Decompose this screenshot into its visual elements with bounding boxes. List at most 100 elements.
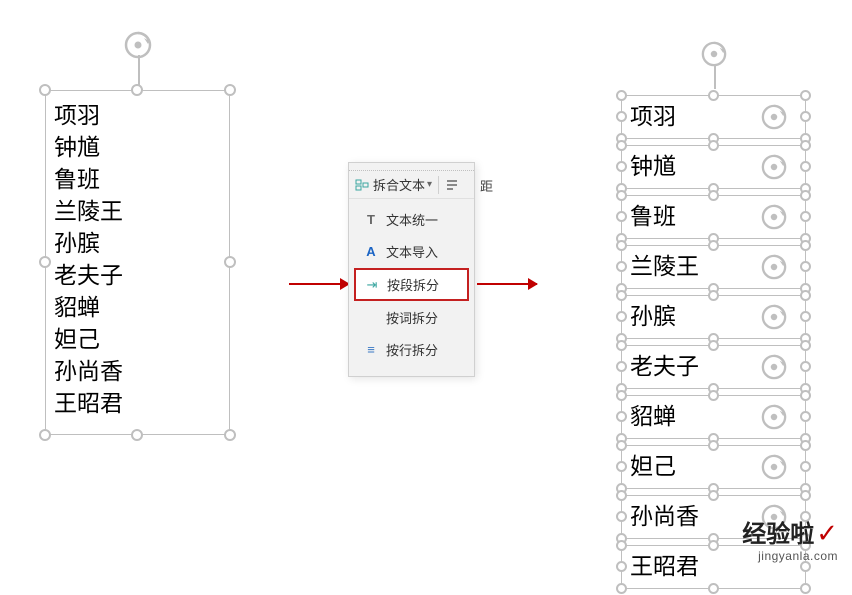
resize-handle[interactable] [800, 111, 811, 122]
menu-item-label: 按词拆分 [386, 308, 438, 327]
result-textbox[interactable]: 兰陵王 [621, 245, 806, 289]
result-textbox[interactable]: 老夫子 [621, 345, 806, 389]
rotate-handle[interactable] [761, 304, 787, 330]
rotate-handle[interactable] [761, 204, 787, 230]
menu-item-label: 文本导入 [386, 242, 438, 261]
resize-handle-tr[interactable] [224, 84, 236, 96]
resize-handle[interactable] [616, 540, 627, 551]
resize-handle-bl[interactable] [39, 429, 51, 441]
text-line: 兰陵王 [54, 195, 221, 227]
rotate-handle[interactable] [761, 104, 787, 130]
resize-handle[interactable] [616, 340, 627, 351]
result-text: 钟馗 [630, 153, 676, 179]
result-text: 老夫子 [630, 353, 699, 379]
resize-handle[interactable] [616, 490, 627, 501]
result-text: 兰陵王 [630, 253, 699, 279]
resize-handle[interactable] [800, 140, 811, 151]
resize-handle[interactable] [616, 583, 627, 594]
resize-handle[interactable] [800, 90, 811, 101]
resize-handle[interactable] [708, 140, 719, 151]
resize-handle[interactable] [708, 583, 719, 594]
rotate-handle[interactable] [761, 354, 787, 380]
resize-handle[interactable] [616, 361, 627, 372]
resize-handle[interactable] [616, 311, 627, 322]
resize-handle[interactable] [708, 90, 719, 101]
rotate-handle[interactable] [124, 31, 152, 59]
resize-handle[interactable] [800, 490, 811, 501]
resize-handle[interactable] [708, 190, 719, 201]
resize-handle[interactable] [708, 490, 719, 501]
resize-handle[interactable] [616, 111, 627, 122]
resize-handle[interactable] [800, 440, 811, 451]
text-line: 王昭君 [54, 387, 221, 419]
resize-handle[interactable] [800, 390, 811, 401]
resize-handle[interactable] [616, 411, 627, 422]
resize-handle[interactable] [708, 340, 719, 351]
resize-handle-tl[interactable] [39, 84, 51, 96]
resize-handle-tm[interactable] [131, 84, 143, 96]
resize-handle[interactable] [616, 140, 627, 151]
menu-item-split-word[interactable]: 按词拆分 [354, 302, 469, 333]
resize-handle[interactable] [708, 240, 719, 251]
resize-handle[interactable] [616, 190, 627, 201]
resize-handle-bm[interactable] [131, 429, 143, 441]
resize-handle[interactable] [616, 390, 627, 401]
textbox-text[interactable]: 项羽 钟馗 鲁班 兰陵王 孙膑 老夫子 貂蝉 妲己 孙尚香 王昭君 [46, 91, 229, 427]
align-icon [445, 178, 459, 192]
result-text: 项羽 [630, 103, 676, 129]
resize-handle[interactable] [708, 390, 719, 401]
resize-handle-ml[interactable] [39, 256, 51, 268]
resize-handle[interactable] [616, 261, 627, 272]
resize-handle[interactable] [800, 340, 811, 351]
resize-handle-mr[interactable] [224, 256, 236, 268]
resize-handle[interactable] [800, 290, 811, 301]
resize-handle[interactable] [800, 361, 811, 372]
resize-handle[interactable] [616, 90, 627, 101]
resize-handle[interactable] [616, 161, 627, 172]
resize-handle-br[interactable] [224, 429, 236, 441]
result-textbox[interactable]: 妲己 [621, 445, 806, 489]
resize-handle[interactable] [800, 261, 811, 272]
menu-item-split-line[interactable]: ≡ 按行拆分 [354, 334, 469, 365]
check-icon: ✓ [816, 518, 838, 548]
resize-handle[interactable] [708, 290, 719, 301]
menu-item-text-unify[interactable]: T 文本统一 [354, 204, 469, 235]
menu-item-split-paragraph[interactable]: ⇥ 按段拆分 [354, 268, 469, 301]
resize-handle[interactable] [800, 161, 811, 172]
result-textbox[interactable]: 孙膑 [621, 295, 806, 339]
split-merge-icon [355, 178, 369, 192]
result-textbox[interactable]: 貂蝉 [621, 395, 806, 439]
resize-handle[interactable] [800, 211, 811, 222]
rotate-connector [714, 65, 716, 89]
resize-handle[interactable] [616, 561, 627, 572]
source-textbox[interactable]: 项羽 钟馗 鲁班 兰陵王 孙膑 老夫子 貂蝉 妲己 孙尚香 王昭君 [45, 90, 230, 435]
resize-handle[interactable] [800, 240, 811, 251]
result-textbox[interactable]: 钟馗 [621, 145, 806, 189]
resize-handle[interactable] [708, 540, 719, 551]
resize-handle[interactable] [800, 583, 811, 594]
rotate-handle[interactable] [761, 404, 787, 430]
resize-handle[interactable] [800, 190, 811, 201]
resize-handle[interactable] [616, 211, 627, 222]
menu-item-text-import[interactable]: A 文本导入 [354, 236, 469, 267]
rotate-handle[interactable] [701, 41, 727, 67]
resize-handle[interactable] [616, 511, 627, 522]
arrow-icon [477, 283, 537, 285]
rotate-handle[interactable] [761, 154, 787, 180]
resize-handle[interactable] [800, 411, 811, 422]
resize-handle[interactable] [616, 461, 627, 472]
resize-handle[interactable] [616, 440, 627, 451]
rotate-handle[interactable] [761, 254, 787, 280]
resize-handle[interactable] [800, 461, 811, 472]
result-text: 孙尚香 [630, 503, 699, 529]
resize-handle[interactable] [616, 290, 627, 301]
resize-handle[interactable] [616, 240, 627, 251]
rotate-handle[interactable] [761, 454, 787, 480]
text-line: 妲己 [54, 323, 221, 355]
resize-handle[interactable] [800, 311, 811, 322]
menu-toolbar-button[interactable]: 拆合文本 ▾ [349, 171, 474, 199]
watermark-text: 经验啦 [742, 522, 814, 548]
resize-handle[interactable] [708, 440, 719, 451]
result-textbox[interactable]: 鲁班 [621, 195, 806, 239]
result-textbox[interactable]: 项羽 [621, 95, 806, 139]
